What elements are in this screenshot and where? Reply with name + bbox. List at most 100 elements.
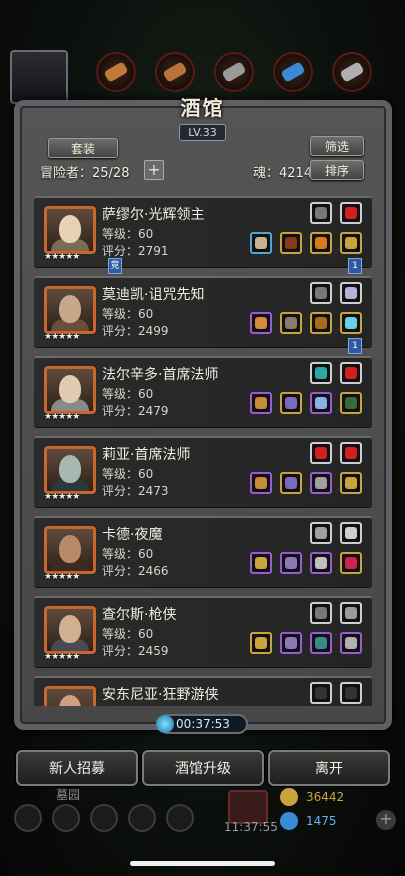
hero-level: 等级：60 (102, 547, 154, 561)
claw-equip-icon[interactable] (340, 632, 362, 654)
hero-name: 卡德·夜魔 (102, 527, 163, 543)
ring-slot-icon[interactable] (340, 202, 362, 224)
staff-equip-icon[interactable] (250, 472, 272, 494)
hero-level: 等级：60 (102, 627, 154, 641)
ring-slot-icon[interactable] (340, 362, 362, 384)
staff-equip-icon[interactable] (250, 312, 272, 334)
area-label: 墓园 (56, 788, 81, 802)
amulet-equip-icon[interactable] (310, 232, 332, 254)
hero-name: 莉亚·首席法师 (102, 447, 191, 463)
rifle-equip-icon[interactable] (250, 632, 272, 654)
skill-icon[interactable] (214, 52, 254, 92)
skill-icon[interactable] (273, 52, 313, 92)
rune-slot-icon[interactable] (340, 522, 362, 544)
feather-equip-icon[interactable] (310, 552, 332, 574)
add-currency-icon[interactable]: + (376, 810, 396, 830)
hero-card[interactable]: ★★★★★ 查尔斯·枪侠 等级：60 评分：2459 (34, 596, 372, 668)
crystal-equip-icon[interactable] (310, 392, 332, 414)
weapon-slot-icon[interactable] (310, 202, 332, 224)
hero-name: 莫迪凯·诅咒先知 (102, 287, 205, 303)
hero-card[interactable]: ★★★★★ 萨缪尔·光辉领主 等级：60 评分：2791 (34, 196, 372, 268)
menu-icon[interactable] (90, 804, 118, 832)
menu-icon[interactable] (128, 804, 156, 832)
hero-card[interactable]: ★★★★★ 卡德·夜魔 等级：60 评分：2466 (34, 516, 372, 588)
skill-icon[interactable] (155, 52, 195, 92)
dagger-equip-icon[interactable] (250, 552, 272, 574)
wand-equip-icon[interactable] (310, 472, 332, 494)
soul-count: 魂：4214 (253, 166, 313, 181)
timer-text: 00:37:53 (176, 717, 230, 731)
star-rating: ★★★★★ (44, 332, 80, 342)
hero-score: 评分：2499 (102, 324, 169, 338)
leave-button[interactable]: 离开 (268, 750, 390, 786)
hero-score: 评分：2473 (102, 484, 169, 498)
ring-equip-icon[interactable] (340, 392, 362, 414)
hero-score: 评分：2791 (102, 244, 169, 258)
weapon-slot-icon[interactable] (310, 282, 332, 304)
hero-portrait (44, 206, 96, 254)
staff-equip-icon[interactable] (250, 392, 272, 414)
hero-tag: 1 (348, 338, 362, 354)
weapon-slot-icon[interactable] (310, 522, 332, 544)
star-rating: ★★★★★ (44, 492, 80, 502)
hero-name: 查尔斯·枪侠 (102, 607, 177, 623)
tavern-upgrade-button[interactable]: 酒馆升级 (142, 750, 264, 786)
hero-card[interactable]: ★★★★★ 莉亚·首席法师 等级：60 评分：2473 (34, 436, 372, 508)
hero-score: 评分：2466 (102, 564, 169, 578)
hero-portrait (44, 526, 96, 574)
menu-icon[interactable] (52, 804, 80, 832)
gold-amount: 36442 (306, 790, 345, 804)
tavern-title-block: 酒馆 LV.33 (150, 92, 255, 142)
ring-slot-icon[interactable] (340, 282, 362, 304)
level-badge: LV.33 (179, 124, 226, 141)
hero-card[interactable]: ★★★★★ 法尔辛多·首席法师 等级：60 评分：2479 (34, 356, 372, 428)
hero-card[interactable]: ★★★★★ 莫迪凯·诅咒先知 等级：60 评分：2499 (34, 276, 372, 348)
hero-name: 安东尼亚·狂野游侠 (102, 687, 219, 703)
weapon-slot-icon[interactable] (340, 602, 362, 624)
sort-button[interactable]: 排序 (310, 160, 364, 180)
skill-icon[interactable] (332, 52, 372, 92)
hero-portrait (44, 686, 96, 706)
page-title: 酒馆 (180, 96, 225, 120)
home-indicator[interactable] (130, 861, 275, 866)
ring-slot-icon[interactable] (310, 442, 332, 464)
chest-icon[interactable] (228, 790, 268, 824)
menu-icon[interactable] (166, 804, 194, 832)
ring-slot-icon[interactable] (340, 442, 362, 464)
trinket-equip-icon[interactable] (340, 232, 362, 254)
hero-level: 等级：60 (102, 307, 154, 321)
hero-card[interactable]: 安东尼亚·狂野游侠 (34, 676, 372, 706)
amulet-equip-icon[interactable] (310, 312, 332, 334)
filter-button[interactable]: 筛选 (310, 136, 364, 156)
trinket-equip-icon[interactable] (340, 472, 362, 494)
weapon-slot-icon[interactable] (310, 602, 332, 624)
robe-equip-icon[interactable] (280, 472, 302, 494)
star-rating: ★★★★★ (44, 252, 80, 262)
add-slot-button[interactable]: + (144, 160, 164, 180)
ring-equip-icon[interactable] (310, 632, 332, 654)
hero-score: 评分：2459 (102, 644, 169, 658)
gem-amount: 1475 (306, 814, 337, 828)
armor-equip-icon[interactable] (280, 232, 302, 254)
hero-portrait (44, 606, 96, 654)
robe-equip-icon[interactable] (280, 392, 302, 414)
hero-level: 等级：60 (102, 387, 154, 401)
gold-icon (280, 788, 298, 806)
robe-equip-icon[interactable] (280, 312, 302, 334)
menu-icon[interactable] (14, 804, 42, 832)
hero-tag: 1 (348, 258, 362, 274)
empty-slot-icon[interactable] (340, 682, 362, 704)
recruit-button[interactable]: 新人招募 (16, 750, 138, 786)
star-rating: ★★★★★ (44, 572, 80, 582)
empty-slot-icon[interactable] (310, 682, 332, 704)
armor-equip-icon[interactable] (280, 552, 302, 574)
mace-equip-icon[interactable] (250, 232, 272, 254)
set-button[interactable]: 套装 (48, 138, 118, 158)
gem-equip-icon[interactable] (340, 552, 362, 574)
skill-icon[interactable] (96, 52, 136, 92)
hero-list[interactable]: ★★★★★ 萨缪尔·光辉领主 等级：60 评分：2791 竞 1 ★★★★★ 莫… (34, 186, 372, 706)
gem-equip-icon[interactable] (340, 312, 362, 334)
ring-slot-icon[interactable] (310, 362, 332, 384)
armor-equip-icon[interactable] (280, 632, 302, 654)
hero-level: 等级：60 (102, 467, 154, 481)
